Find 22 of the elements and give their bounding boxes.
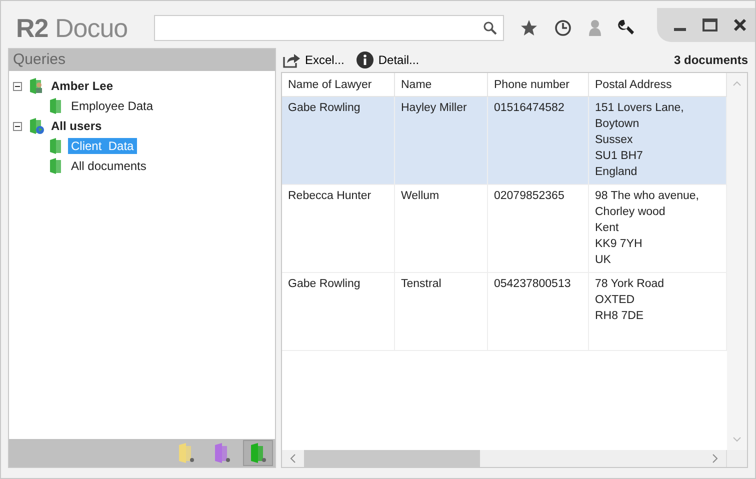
table-cell: 054237800513 xyxy=(488,272,588,350)
tree-item[interactable]: All users xyxy=(48,118,105,134)
table-cell: 02079852365 xyxy=(488,184,588,272)
table-row[interactable]: Gabe Rowling Hayley Miller 01516474582 151 Lovers Lane, Boytown Sussex SU1 BH7 England xyxy=(282,96,726,184)
tree-item[interactable]: All documents xyxy=(68,158,150,174)
app-logo: R2 Docuo xyxy=(16,12,129,44)
table-cell: 01516474582 xyxy=(488,96,588,184)
table-cell: Hayley Miller xyxy=(394,96,488,184)
document-count: 3 documents xyxy=(674,53,748,67)
table-cell: 151 Lovers Lane, Boytown Sussex SU1 BH7 England xyxy=(588,96,726,184)
table-row[interactable]: Gabe Rowling Tenstral 054237800513 78 York Road OXTED RH8 7DE xyxy=(282,272,726,350)
detail-button[interactable]: Detail... xyxy=(354,51,422,69)
table-cell: Rebecca Hunter xyxy=(282,184,394,272)
table-cell: Tenstral xyxy=(394,272,488,350)
table-cell: Gabe Rowling xyxy=(282,272,394,350)
table-cell: Gabe Rowling xyxy=(282,96,394,184)
table-cell: Wellum xyxy=(394,184,488,272)
panel-header: Queries xyxy=(9,49,275,71)
tree-item[interactable]: Amber Lee xyxy=(48,78,116,94)
tree-item[interactable]: Employee Data xyxy=(68,98,156,114)
table-row[interactable]: Rebecca Hunter Wellum 02079852365 98 The who avenue, Chorley wood Kent KK9 7YH UK xyxy=(282,184,726,272)
excel-export-button[interactable]: Excel... xyxy=(281,52,346,68)
